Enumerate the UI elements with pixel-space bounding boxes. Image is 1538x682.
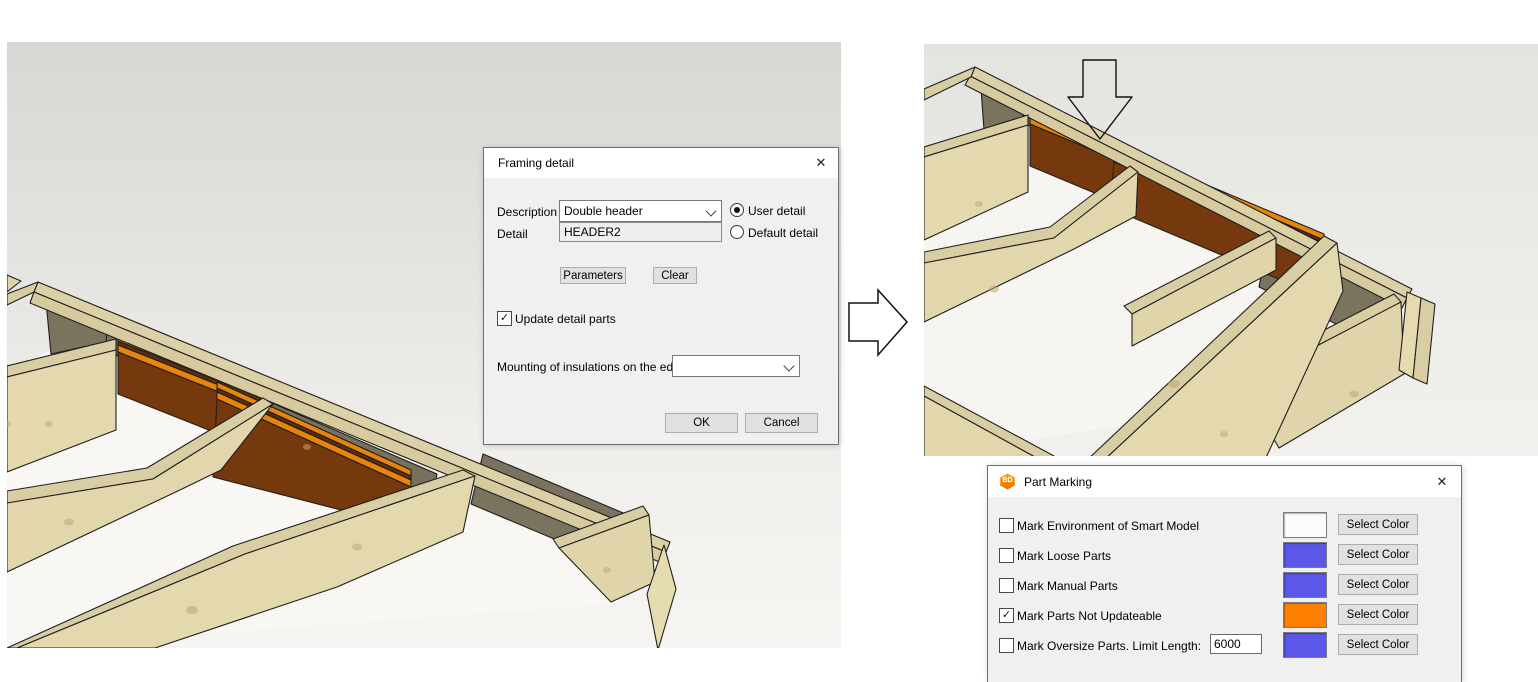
mark-oversize-parts-checkbox[interactable] (999, 638, 1014, 653)
detail-label: Detail (497, 227, 528, 241)
mounting-combo[interactable] (672, 355, 800, 377)
dialog-title: Part Marking (1024, 475, 1092, 489)
detail-field[interactable]: HEADER2 (559, 222, 722, 242)
chevron-down-icon (705, 205, 716, 216)
ok-button[interactable]: OK (665, 413, 738, 433)
dialog-title: Framing detail (498, 156, 574, 170)
mark-manual-parts-checkbox[interactable] (999, 578, 1014, 593)
mark-loose-parts-label: Mark Loose Parts (1017, 549, 1111, 563)
manual-parts-color-swatch (1283, 572, 1327, 598)
close-icon[interactable]: ✕ (1433, 473, 1451, 491)
cancel-button[interactable]: Cancel (745, 413, 818, 433)
model-view-after[interactable] (924, 44, 1538, 456)
select-color-button[interactable]: Select Color (1338, 574, 1418, 595)
update-detail-parts-label: Update detail parts (515, 312, 616, 326)
oversize-color-swatch (1283, 632, 1327, 658)
limit-length-input[interactable] (1210, 634, 1262, 654)
mark-environment-label: Mark Environment of Smart Model (1017, 519, 1199, 533)
select-color-button[interactable]: Select Color (1338, 604, 1418, 625)
user-detail-radio[interactable] (730, 203, 744, 217)
mark-parts-not-updateable-label: Mark Parts Not Updateable (1017, 609, 1162, 623)
description-label: Description (497, 205, 557, 219)
mark-loose-parts-checkbox[interactable] (999, 548, 1014, 563)
user-detail-label: User detail (748, 204, 805, 218)
mark-environment-checkbox[interactable] (999, 518, 1014, 533)
close-icon[interactable]: ✕ (812, 154, 830, 172)
chevron-down-icon (783, 360, 794, 371)
app-icon-text: BD (999, 477, 1016, 484)
description-combo[interactable]: Double header (559, 200, 722, 222)
framing-scene-after (924, 44, 1538, 456)
environment-color-swatch (1283, 512, 1327, 538)
transform-arrow-icon (845, 285, 911, 365)
mark-parts-not-updateable-checkbox[interactable]: ✓ (999, 608, 1014, 623)
select-color-button[interactable]: Select Color (1338, 514, 1418, 535)
select-color-button[interactable]: Select Color (1338, 544, 1418, 565)
clear-button[interactable]: Clear (653, 267, 697, 284)
parameters-button[interactable]: Parameters (560, 267, 626, 284)
part-marking-dialog: BD Part Marking ✕ Mark Environment of Sm… (987, 465, 1462, 682)
detail-value: HEADER2 (564, 225, 621, 239)
mounting-label: Mounting of insulations on the edge (497, 360, 686, 374)
description-value: Double header (564, 204, 643, 218)
dialog-titlebar[interactable]: Framing detail ✕ (484, 148, 838, 178)
dialog-titlebar[interactable]: BD Part Marking ✕ (988, 466, 1461, 497)
framing-detail-dialog: Framing detail ✕ Description Double head… (483, 147, 839, 445)
update-detail-parts-checkbox[interactable]: ✓ (497, 311, 512, 326)
mark-manual-parts-label: Mark Manual Parts (1017, 579, 1118, 593)
default-detail-radio[interactable] (730, 225, 744, 239)
radio-dot (734, 207, 740, 213)
not-updateable-color-swatch (1283, 602, 1327, 628)
select-color-button[interactable]: Select Color (1338, 634, 1418, 655)
default-detail-label: Default detail (748, 226, 818, 240)
loose-parts-color-swatch (1283, 542, 1327, 568)
mark-oversize-parts-label: Mark Oversize Parts. Limit Length: (1017, 639, 1201, 653)
